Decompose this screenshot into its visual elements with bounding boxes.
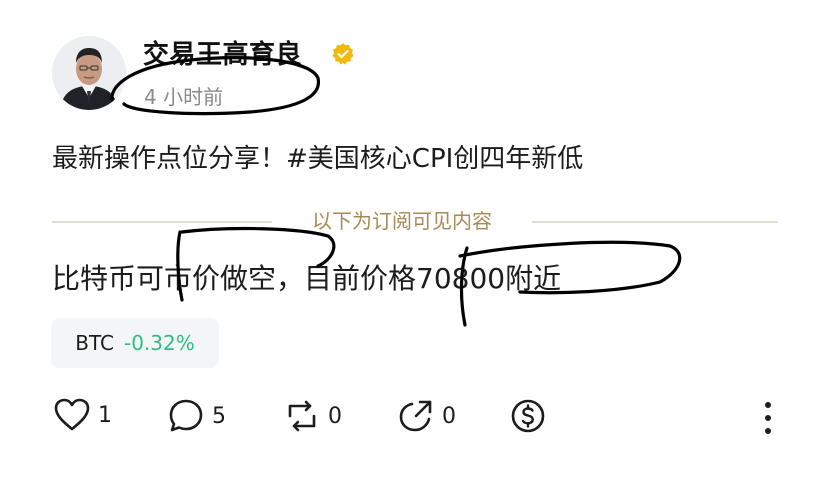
more-dot (765, 428, 771, 435)
subscriber-only-divider-label: 以下为订阅可见内容 (312, 209, 492, 233)
ticker-symbol: BTC (75, 331, 114, 355)
author-name[interactable]: 交易王高育良 (143, 34, 302, 71)
gold-verified-check-icon (331, 42, 355, 66)
repost-count: 0 (328, 403, 342, 429)
subscriber-content-text: 比特币可市价做空，目前价格70800附近 (52, 262, 562, 295)
more-dot (765, 401, 771, 408)
ticker-change: -0.32% (123, 331, 195, 355)
ticker-chip-btc[interactable]: BTC -0.32% (51, 318, 219, 368)
heart-icon (54, 398, 90, 431)
tip-button[interactable] (510, 398, 546, 434)
comment-icon (169, 399, 203, 432)
share-count: 0 (442, 403, 456, 429)
comment-button[interactable]: 5 (168, 398, 226, 434)
repost-icon (288, 400, 316, 432)
like-count: 1 (98, 402, 112, 428)
comment-count: 5 (212, 403, 226, 429)
dollar-coin-icon (511, 399, 545, 433)
post-timestamp: 4 小时前 (144, 85, 224, 109)
share-button[interactable]: 0 (398, 398, 456, 434)
more-vertical-icon[interactable] (756, 398, 780, 438)
post-text: 最新操作点位分享！#美国核心CPI创四年新低 (52, 144, 584, 174)
repost-button[interactable]: 0 (284, 398, 342, 434)
divider-line-right (532, 221, 778, 223)
like-button[interactable]: 1 (54, 398, 112, 432)
avatar-portrait (52, 36, 126, 110)
more-dot (765, 414, 771, 421)
divider-line-left (52, 221, 272, 223)
share-icon (399, 400, 432, 432)
author-avatar[interactable] (52, 36, 126, 110)
